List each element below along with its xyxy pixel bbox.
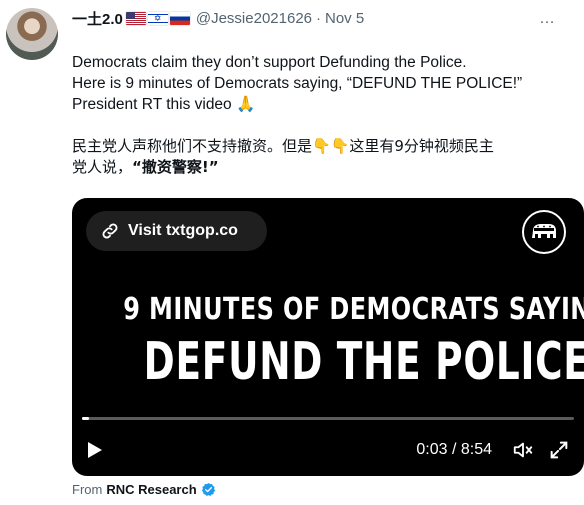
- verified-badge-icon: [201, 482, 215, 496]
- more-options-icon[interactable]: …: [539, 10, 556, 28]
- visit-link-label: Visit txtgop.co: [128, 222, 238, 239]
- media-attribution: From RNC Research: [72, 482, 216, 497]
- link-icon: [102, 223, 118, 239]
- fullscreen-icon[interactable]: [548, 439, 570, 461]
- video-player[interactable]: Visit txtgop.co 9 MINUTES OF DEMOCRATS S…: [72, 198, 584, 476]
- tweet-text: Democrats claim they don’t support Defun…: [72, 52, 572, 178]
- video-controls: 0:03 / 8:54: [72, 434, 584, 466]
- time-readout: 0:03 / 8:54: [416, 441, 492, 458]
- flag-emojis: [125, 11, 190, 25]
- tweet-line: President RT this video 🙏: [72, 96, 256, 113]
- progress-bar-fill: [82, 417, 90, 420]
- mute-icon[interactable]: [512, 439, 534, 461]
- tweet-text-segment: 党人说，: [72, 158, 133, 176]
- tweet-line-chinese: 民主党人声称他们不支持撤资。但是👇👇这里有9分钟视频民主: [72, 137, 494, 155]
- tweet-line: Here is 9 minutes of Democrats saying, “…: [72, 75, 523, 92]
- elephant-logo-icon: [522, 210, 566, 254]
- video-headline-top: 9 MINUTES OF DEMOCRATS SAYING: [123, 292, 584, 327]
- play-icon[interactable]: [86, 441, 104, 459]
- progress-bar[interactable]: [82, 417, 574, 420]
- us-flag-icon: [125, 11, 146, 25]
- tweet-line-chinese: 党人说，“撤资警察!”: [72, 157, 572, 178]
- separator-dot: ·: [316, 9, 321, 27]
- video-headline-main: DEFUND THE POLICE: [143, 332, 584, 392]
- israel-flag-icon: [147, 11, 168, 25]
- visit-link-button[interactable]: Visit txtgop.co: [86, 211, 267, 251]
- user-handle[interactable]: @Jessie2021626: [196, 10, 312, 27]
- tweet-header: 一土2.0 @Jessie2021626 · Nov 5 …: [72, 8, 572, 28]
- russia-flag-icon: [169, 11, 190, 25]
- source-account-link[interactable]: RNC Research: [106, 482, 196, 497]
- tweet-line: Democrats claim they don’t support Defun…: [72, 54, 467, 71]
- timestamp[interactable]: Nov 5: [325, 10, 364, 27]
- from-label: From: [72, 482, 103, 497]
- display-name[interactable]: 一土2.0: [72, 8, 123, 29]
- tweet-text-bold: “撤资警察!”: [132, 158, 219, 176]
- avatar[interactable]: [6, 8, 58, 60]
